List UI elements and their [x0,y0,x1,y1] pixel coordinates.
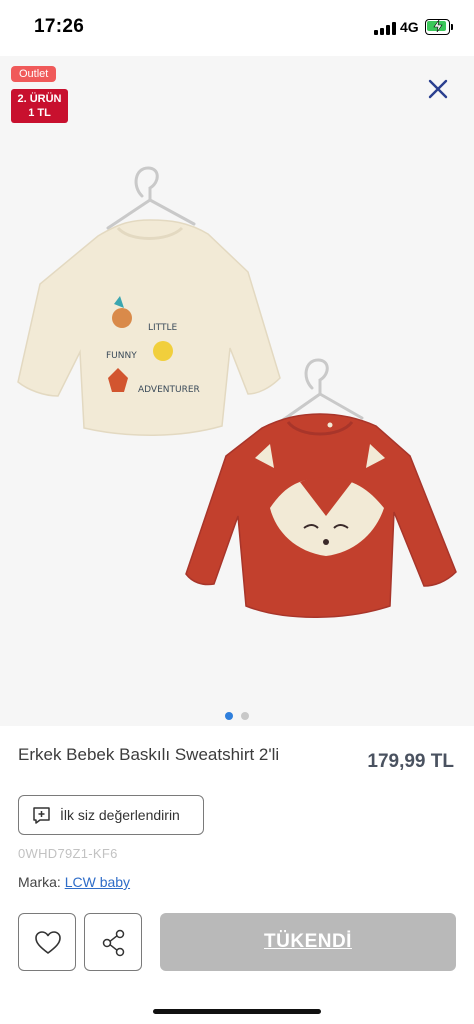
product-sku: 0WHD79Z1-KF6 [18,846,118,861]
battery-charging-icon [425,19,453,35]
write-review-label: İlk siz değerlendirin [60,807,180,823]
share-icon [102,929,125,957]
status-time: 17:26 [34,16,85,37]
home-indicator [153,1009,321,1014]
brand-row: Marka: LCW baby [18,874,130,890]
write-review-button[interactable]: İlk siz değerlendirin [18,795,204,835]
sold-out-button: TÜKENDİ [160,913,456,971]
network-type: 4G [400,19,419,35]
brand-link[interactable]: LCW baby [65,874,130,890]
print-text-adventurer: ADVENTURER [138,385,200,395]
slide-pagination [0,707,474,720]
product-price: 179,99 TL [367,751,454,772]
cellular-signal-icon [374,22,396,35]
product-title: Erkek Bebek Baskılı Sweatshirt 2'li [18,745,280,764]
rust-fox-sweatshirt [185,413,457,618]
slide-dot-2[interactable] [241,712,249,720]
print-text-funny: FUNNY [106,351,137,361]
status-bar: 17:26 4G [0,0,474,56]
heart-icon [35,931,61,954]
add-review-icon [33,807,50,824]
product-image-gallery[interactable]: Outlet 2. ÜRÜN 1 TL LITTLE FUNNY ADVENTU… [0,56,474,726]
outlet-badge: Outlet [11,66,57,82]
brand-label: Marka: [18,874,61,890]
product-photo: LITTLE FUNNY ADVENTURER [17,166,457,618]
hanger-icon [278,358,364,424]
slide-dot-1[interactable] [225,712,233,720]
share-button[interactable] [84,913,142,971]
cream-sweatshirt: LITTLE FUNNY ADVENTURER [17,219,281,436]
favorite-button[interactable] [18,913,76,971]
hanger-icon [106,166,196,230]
print-text-little: LITTLE [148,323,178,333]
